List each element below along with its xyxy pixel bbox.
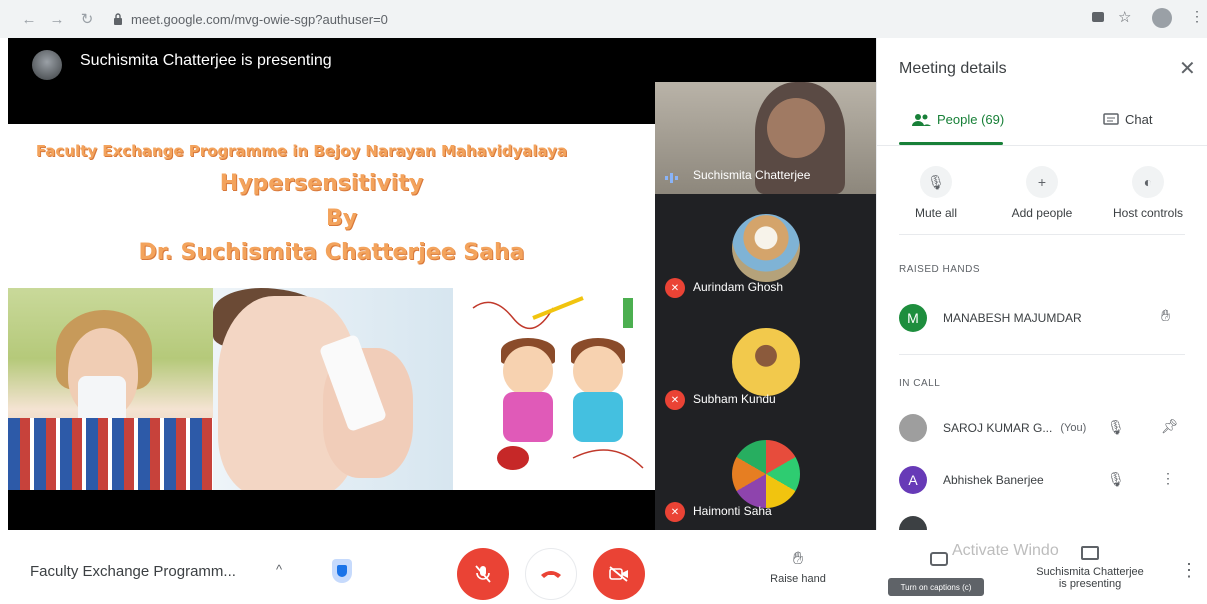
- meeting-title[interactable]: Faculty Exchange Programm...: [30, 563, 236, 580]
- captions-tooltip: Turn on captions (c): [888, 578, 984, 596]
- tab-people-label: People (69): [937, 112, 1005, 127]
- list-item[interactable]: SAROJ KUMAR G... (You) 🎙︎ 📌︎: [899, 412, 1189, 444]
- participant-name: Abhishek Banerjee: [943, 473, 1044, 487]
- participant-avatar: [732, 214, 800, 282]
- tab-chat[interactable]: Chat: [1103, 112, 1152, 127]
- meeting-controls-bar: Faculty Exchange Programm... ^ ✋︎ Raise …: [0, 530, 1207, 604]
- you-label: (You): [1060, 422, 1087, 434]
- participant-avatar: [732, 440, 800, 508]
- muted-mic-icon: ✕: [665, 278, 685, 298]
- mic-off-icon[interactable]: 🎙︎: [1107, 471, 1125, 488]
- people-icon: [912, 113, 931, 126]
- camera-off-icon: [609, 566, 628, 582]
- participant-name: SAROJ KUMAR G...: [943, 421, 1053, 435]
- presenter-text: Suchismita Chatterjee is presenting: [80, 52, 332, 69]
- avatar: [899, 414, 927, 442]
- shield-icon[interactable]: [332, 559, 352, 583]
- raised-hands-label: RAISED HANDS: [899, 264, 981, 275]
- host-controls-button[interactable]: ◐ Host controls: [1103, 166, 1193, 220]
- url-text: meet.google.com/mvg-owie-sgp?authuser=0: [131, 11, 388, 27]
- mic-off-icon: 🎙︎: [920, 166, 952, 198]
- avatar: A: [899, 466, 927, 494]
- tab-people[interactable]: People (69): [911, 112, 1004, 127]
- more-vert-icon[interactable]: ⋮: [1180, 560, 1198, 581]
- slide-heading: Faculty Exchange Programme in Bejoy Nara…: [35, 142, 568, 160]
- participant-tiles: Suchismita Chatterjee ✕ Aurindam Ghosh ✕…: [655, 82, 876, 530]
- profile-avatar[interactable]: [1152, 8, 1172, 28]
- chevron-up-icon[interactable]: ^: [276, 562, 282, 577]
- inhaler-woman-image: [213, 288, 453, 490]
- hand-icon[interactable]: ✋︎: [1161, 308, 1170, 326]
- camera-toggle-button[interactable]: [593, 548, 645, 600]
- participant-name: MANABESH MAJUMDAR: [943, 311, 1082, 325]
- slide-title: Hypersensitivity: [219, 171, 424, 196]
- browser-menu-icon[interactable]: ⋮: [1190, 8, 1204, 25]
- in-call-label: IN CALL: [899, 378, 941, 389]
- tile-name: Subham Kundu: [693, 392, 776, 406]
- meet-window: ← → ↻ meet.google.com/mvg-owie-sgp?authu…: [0, 0, 1207, 604]
- add-person-icon: +: [1026, 166, 1058, 198]
- list-item[interactable]: M MANABESH MAJUMDAR ✋︎: [899, 302, 1189, 334]
- mute-all-button[interactable]: 🎙︎ Mute all: [891, 166, 981, 220]
- presenter-avatar: [32, 50, 62, 80]
- raise-hand-button[interactable]: ✋︎ Raise hand: [758, 548, 838, 585]
- muted-mic-icon: ✕: [665, 502, 685, 522]
- audio-level-icon: [665, 170, 679, 183]
- browser-toolbar: ← → ↻ meet.google.com/mvg-owie-sgp?authu…: [0, 0, 1207, 38]
- address-bar[interactable]: meet.google.com/mvg-owie-sgp?authuser=0: [113, 8, 1173, 30]
- mic-off-icon: [475, 565, 491, 583]
- present-screen-icon: [1081, 546, 1099, 560]
- presentation-slide: Faculty Exchange Programme in Bejoy Nara…: [8, 124, 655, 490]
- mic-off-icon[interactable]: 🎙︎: [1107, 419, 1125, 436]
- presentation-stage: Suchismita Chatterjee is presenting Facu…: [8, 38, 876, 530]
- tile-name: Aurindam Ghosh: [693, 280, 784, 294]
- pin-icon[interactable]: 📌︎: [1161, 418, 1179, 435]
- list-item[interactable]: A Abhishek Banerjee 🎙︎ ⋮: [899, 464, 1189, 496]
- presenting-button[interactable]: Suchismita Chatterjee is presenting: [1020, 546, 1160, 590]
- mic-toggle-button[interactable]: [457, 548, 509, 600]
- muted-mic-icon: ✕: [665, 390, 685, 410]
- reload-icon[interactable]: ↻: [76, 8, 98, 30]
- close-icon[interactable]: ✕: [1179, 56, 1196, 81]
- participant-avatar: [732, 328, 800, 396]
- more-vert-icon[interactable]: ⋮: [1161, 470, 1175, 487]
- hand-icon: ✋︎: [792, 548, 804, 568]
- hang-up-icon: [541, 571, 561, 578]
- leave-call-button[interactable]: [525, 548, 577, 600]
- lock-icon: [114, 13, 122, 25]
- chat-icon: [1103, 112, 1119, 125]
- tile-name: Suchismita Chatterjee: [693, 168, 811, 182]
- toggle-icon: ◐: [1132, 166, 1164, 198]
- panel-title: Meeting details: [899, 60, 1007, 77]
- meeting-details-panel: Meeting details ✕ People (69) Chat 🎙︎ Mu…: [876, 38, 1207, 530]
- back-icon[interactable]: ←: [18, 8, 40, 30]
- participant-tile[interactable]: Suchismita Chatterjee: [655, 82, 876, 194]
- slide-author: Dr. Suchismita Chatterjee Saha: [138, 240, 525, 265]
- children-illustration-image: [453, 288, 655, 490]
- sneezing-woman-image: [8, 288, 213, 490]
- tab-chat-label: Chat: [1125, 112, 1153, 127]
- slide-by: By: [325, 206, 358, 231]
- captions-icon[interactable]: [930, 552, 948, 566]
- star-icon[interactable]: ☆: [1118, 8, 1131, 26]
- add-people-button[interactable]: + Add people: [997, 166, 1087, 220]
- tile-name: Haimonti Saha: [693, 504, 772, 518]
- avatar: M: [899, 304, 927, 332]
- avatar: [899, 516, 927, 530]
- allergen-illustration: [472, 296, 644, 470]
- forward-icon[interactable]: →: [46, 8, 68, 30]
- camera-indicator-icon[interactable]: [1092, 12, 1104, 22]
